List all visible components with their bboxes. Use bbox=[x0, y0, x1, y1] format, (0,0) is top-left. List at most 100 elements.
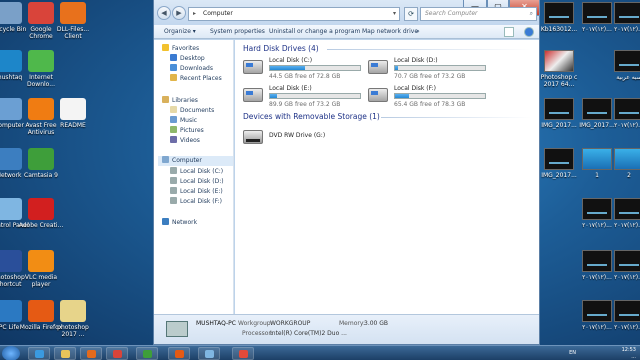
recent-places-icon bbox=[170, 74, 177, 81]
computer-icon bbox=[205, 350, 214, 358]
shortcut-icon bbox=[28, 50, 54, 72]
nav-drive-c[interactable]: Local Disk (C:) bbox=[170, 167, 223, 177]
file-label: 2 bbox=[627, 172, 631, 179]
desktop-file[interactable]: سبه عربية bbox=[604, 50, 640, 81]
refresh-button[interactable]: ⟳ bbox=[404, 7, 418, 21]
search-icon: ⌕ bbox=[529, 10, 533, 17]
taskbar-chrome-button[interactable] bbox=[106, 347, 128, 360]
clock-date: ... bbox=[631, 354, 636, 360]
shortcut-label: Internet Downlo... bbox=[27, 74, 55, 88]
nav-documents[interactable]: Documents bbox=[170, 106, 214, 116]
desktop-shortcut[interactable]: Adobe Creati... bbox=[18, 198, 64, 229]
usage-bar bbox=[269, 93, 361, 99]
desktop-shortcut[interactable]: DLL-Files... Client bbox=[50, 2, 96, 40]
nav-desktop[interactable]: Desktop bbox=[170, 54, 205, 64]
desktop-file[interactable]: Photoshop c 2017 64... bbox=[534, 50, 584, 88]
workgroup-label: Workgroup: bbox=[238, 320, 273, 327]
memory-label: Memory: bbox=[339, 320, 365, 327]
dvd-drive-tile[interactable]: DVD RW Drive (G:) bbox=[243, 126, 363, 156]
organize-button[interactable]: Organize ▾ bbox=[164, 25, 196, 39]
nav-network[interactable]: Network bbox=[162, 218, 197, 228]
address-text: Computer bbox=[203, 10, 233, 17]
taskbar-firefox-button[interactable] bbox=[168, 347, 190, 360]
shortcut-label: Adobe Creati... bbox=[18, 222, 64, 229]
removable-group-header[interactable]: Devices with Removable Storage (1) bbox=[243, 112, 380, 121]
nav-pictures[interactable]: Pictures bbox=[170, 126, 204, 136]
desktop-shortcut[interactable]: photoshop 2017 ... bbox=[50, 300, 96, 338]
drive-tile-f[interactable]: Local Disk (F:) 65.4 GB free of 78.3 GB bbox=[368, 84, 488, 114]
hard-drive-icon bbox=[368, 88, 388, 102]
file-label: 1 bbox=[595, 172, 599, 179]
nav-computer[interactable]: Computer bbox=[158, 156, 233, 166]
desktop-shortcut[interactable]: Internet Downlo... bbox=[18, 50, 64, 88]
system-properties-button[interactable]: System properties bbox=[210, 25, 265, 39]
nav-drive-d[interactable]: Local Disk (D:) bbox=[170, 177, 224, 187]
taskbar-explorer-active-button[interactable] bbox=[198, 347, 220, 360]
file-thumbnail-icon bbox=[544, 148, 574, 170]
usage-bar bbox=[394, 93, 486, 99]
help-icon[interactable] bbox=[524, 27, 534, 37]
explorer-window: — ▢ ✕ ◀ ▶ ▸ Computer ▾ ⟳ Search Computer… bbox=[153, 0, 540, 345]
drive-tile-d[interactable]: Local Disk (D:) 70.7 GB free of 73.2 GB bbox=[368, 56, 488, 86]
address-bar[interactable]: ▸ Computer ▾ bbox=[188, 7, 400, 21]
desktop-icon bbox=[170, 54, 177, 61]
taskbar-explorer-button[interactable] bbox=[54, 347, 76, 360]
shortcut-label: photoshop 2017 ... bbox=[57, 324, 89, 338]
shortcut-label: PC Life bbox=[0, 324, 20, 331]
desktop-file[interactable]: ۲۰۱۷(۱۲)... bbox=[604, 250, 640, 281]
nav-drive-e[interactable]: Local Disk (E:) bbox=[170, 187, 223, 197]
firefox-icon bbox=[175, 350, 184, 358]
back-button[interactable]: ◀ bbox=[157, 6, 171, 20]
map-network-drive-button[interactable]: Map network drive bbox=[362, 25, 418, 39]
drive-icon bbox=[170, 177, 177, 184]
nav-videos[interactable]: Videos bbox=[170, 136, 200, 146]
desktop-file[interactable]: 2 bbox=[604, 148, 640, 179]
desktop-file[interactable]: ۲۰۱۷(۱۲)... bbox=[604, 2, 640, 33]
free-space-text: 44.5 GB free of 72.8 GB bbox=[269, 73, 341, 80]
drive-name: Local Disk (C:) bbox=[269, 57, 313, 64]
address-dropdown-icon[interactable]: ▾ bbox=[393, 8, 396, 20]
nav-downloads[interactable]: Downloads bbox=[170, 64, 213, 74]
taskbar-ie-button[interactable] bbox=[28, 347, 50, 360]
taskbar-media-button[interactable] bbox=[80, 347, 102, 360]
hard-drive-icon bbox=[368, 60, 388, 74]
search-input[interactable]: Search Computer ⌕ bbox=[420, 7, 537, 21]
view-options-icon[interactable] bbox=[504, 27, 514, 37]
desktop-file[interactable]: ۲۰۱۷(۱۲)... bbox=[604, 198, 640, 229]
file-label: ۲۰۱۷(۱۲)... bbox=[614, 122, 640, 129]
nav-libraries[interactable]: Libraries bbox=[162, 96, 198, 106]
nav-favorites[interactable]: Favorites bbox=[162, 44, 199, 54]
usage-bar bbox=[269, 65, 361, 71]
uninstall-program-button[interactable]: Uninstall or change a program bbox=[269, 25, 360, 39]
shortcut-icon bbox=[60, 2, 86, 24]
pc-name: MUSHTAQ-PC bbox=[196, 320, 236, 327]
file-thumbnail-icon bbox=[614, 148, 640, 170]
taskbar-app-button[interactable] bbox=[232, 347, 254, 360]
drive-tile-c[interactable]: Local Disk (C:) 44.5 GB free of 72.8 GB bbox=[243, 56, 363, 86]
desktop-shortcut[interactable]: README bbox=[50, 98, 96, 129]
drive-icon bbox=[170, 167, 177, 174]
desktop-shortcut[interactable]: Camtasia 9 bbox=[18, 148, 64, 179]
title-bar: — ▢ ✕ ◀ ▶ ▸ Computer ▾ ⟳ Search Computer… bbox=[154, 0, 540, 25]
nav-drive-f[interactable]: Local Disk (F:) bbox=[170, 197, 222, 207]
taskbar-camtasia-button[interactable] bbox=[136, 347, 158, 360]
drive-tile-e[interactable]: Local Disk (E:) 89.9 GB free of 73.2 GB bbox=[243, 84, 363, 114]
more-commands-button[interactable]: » bbox=[416, 25, 420, 39]
nav-music[interactable]: Music bbox=[170, 116, 197, 126]
desktop-file[interactable]: ۲۰۱۷(۱۲)... bbox=[604, 98, 640, 129]
file-thumbnail-icon bbox=[614, 98, 640, 120]
desktop-file[interactable]: ۲۰۱۷(۱۲)... bbox=[604, 300, 640, 331]
file-label: ۲۰۱۷(۱۲)... bbox=[614, 26, 640, 33]
desktop-shortcut[interactable]: VLC media player bbox=[18, 250, 64, 288]
file-label: ۲۰۱۷(۱۲)... bbox=[614, 274, 640, 281]
language-indicator[interactable]: EN bbox=[569, 350, 576, 357]
shortcut-icon bbox=[60, 98, 86, 120]
nav-recent-places[interactable]: Recent Places bbox=[170, 74, 222, 84]
videos-icon bbox=[170, 136, 177, 143]
forward-button[interactable]: ▶ bbox=[172, 6, 186, 20]
hdd-group-header[interactable]: Hard Disk Drives (4) bbox=[243, 44, 319, 53]
shortcut-label: Camtasia 9 bbox=[24, 172, 58, 179]
start-button[interactable] bbox=[2, 346, 20, 360]
clock-time[interactable]: 12:53 bbox=[608, 347, 636, 354]
file-thumbnail-icon bbox=[614, 250, 640, 272]
